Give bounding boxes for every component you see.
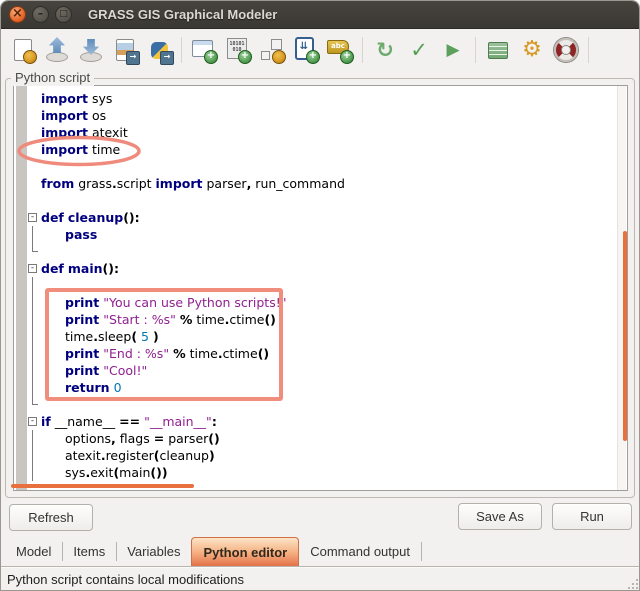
code-line[interactable]: sys.exit(main()) <box>14 464 627 481</box>
vertical-scrollbar[interactable] <box>623 231 627 441</box>
toolbar <box>1 29 639 71</box>
code-line[interactable]: print "Cool!" <box>14 362 627 379</box>
open-model-icon[interactable] <box>41 34 73 66</box>
fold-marker[interactable]: - <box>28 417 37 426</box>
new-model-icon[interactable] <box>7 34 39 66</box>
code-line[interactable]: import sys <box>14 90 627 107</box>
model-variables-icon[interactable] <box>482 34 514 66</box>
help-icon[interactable] <box>550 34 582 66</box>
code-line[interactable]: atexit.register(cleanup) <box>14 447 627 464</box>
code-line[interactable]: -def main(): <box>14 260 627 277</box>
code-line[interactable]: print "End : %s" % time.ctime() <box>14 345 627 362</box>
fold-marker[interactable]: - <box>28 264 37 273</box>
tab-bar: ModelItemsVariablesPython editorCommand … <box>1 537 640 566</box>
code-line[interactable]: print "You can use Python scripts!" <box>14 294 627 311</box>
status-text: Python script contains local modificatio… <box>7 572 244 587</box>
code-line[interactable]: -if __name__ == "__main__": <box>14 413 627 430</box>
add-relation-icon[interactable] <box>256 34 288 66</box>
code-line[interactable] <box>14 396 627 413</box>
code-line[interactable]: from grass.script import parser, run_com… <box>14 175 627 192</box>
toolbar-separator <box>475 37 476 63</box>
python-script-editor[interactable]: import sysimport osimport atexitimport t… <box>13 85 628 491</box>
tab-python-editor[interactable]: Python editor <box>191 537 299 566</box>
fold-marker[interactable]: - <box>28 213 37 222</box>
code-line[interactable]: import os <box>14 107 627 124</box>
validate-model-icon[interactable] <box>403 34 435 66</box>
toolbar-separator <box>362 37 363 63</box>
run-model-icon[interactable] <box>437 34 469 66</box>
code-lines: import sysimport osimport atexitimport t… <box>14 86 627 490</box>
toolbar-separator <box>181 37 182 63</box>
tab-command-output[interactable]: Command output <box>299 537 421 566</box>
status-bar: Python script contains local modificatio… <box>1 566 640 591</box>
export-image-icon[interactable] <box>109 34 141 66</box>
code-line[interactable]: options, flags = parser() <box>14 430 627 447</box>
save-as-button[interactable]: Save As <box>458 503 542 530</box>
minimize-button[interactable] <box>32 6 49 23</box>
code-line[interactable]: import time <box>14 141 627 158</box>
titlebar: GRASS GIS Graphical Modeler <box>1 1 639 29</box>
tab-items[interactable]: Items <box>62 537 116 566</box>
add-loop-icon[interactable] <box>290 34 322 66</box>
tab-model[interactable]: Model <box>5 537 62 566</box>
refresh-button[interactable]: Refresh <box>9 504 93 531</box>
add-command-icon[interactable] <box>188 34 220 66</box>
toolbar-separator <box>588 37 589 63</box>
code-line[interactable] <box>14 158 627 175</box>
code-line[interactable]: pass <box>14 226 627 243</box>
code-line[interactable]: print "Start : %s" % time.ctime() <box>14 311 627 328</box>
code-line[interactable] <box>14 243 627 260</box>
window-title: GRASS GIS Graphical Modeler <box>88 7 277 22</box>
code-line[interactable]: import atexit <box>14 124 627 141</box>
code-line[interactable]: time.sleep( 5 ) <box>14 328 627 345</box>
model-properties-icon[interactable] <box>516 34 548 66</box>
run-button[interactable]: Run <box>552 503 632 530</box>
maximize-button[interactable] <box>55 6 72 23</box>
close-button[interactable] <box>9 6 26 23</box>
add-data-icon[interactable] <box>222 34 254 66</box>
code-line[interactable] <box>14 192 627 209</box>
add-comment-icon[interactable] <box>324 34 356 66</box>
export-python-icon[interactable] <box>143 34 175 66</box>
tab-variables[interactable]: Variables <box>116 537 191 566</box>
python-script-frame-label: Python script <box>11 70 94 86</box>
code-line[interactable]: -def cleanup(): <box>14 209 627 226</box>
redraw-model-icon[interactable] <box>369 34 401 66</box>
code-line[interactable]: return 0 <box>14 379 627 396</box>
save-model-icon[interactable] <box>75 34 107 66</box>
code-line[interactable] <box>14 277 627 294</box>
grass-modeler-window: GRASS GIS Graphical Modeler Python scrip… <box>0 0 640 591</box>
resize-grip[interactable] <box>626 577 638 589</box>
horizontal-scrollbar[interactable] <box>11 484 194 488</box>
